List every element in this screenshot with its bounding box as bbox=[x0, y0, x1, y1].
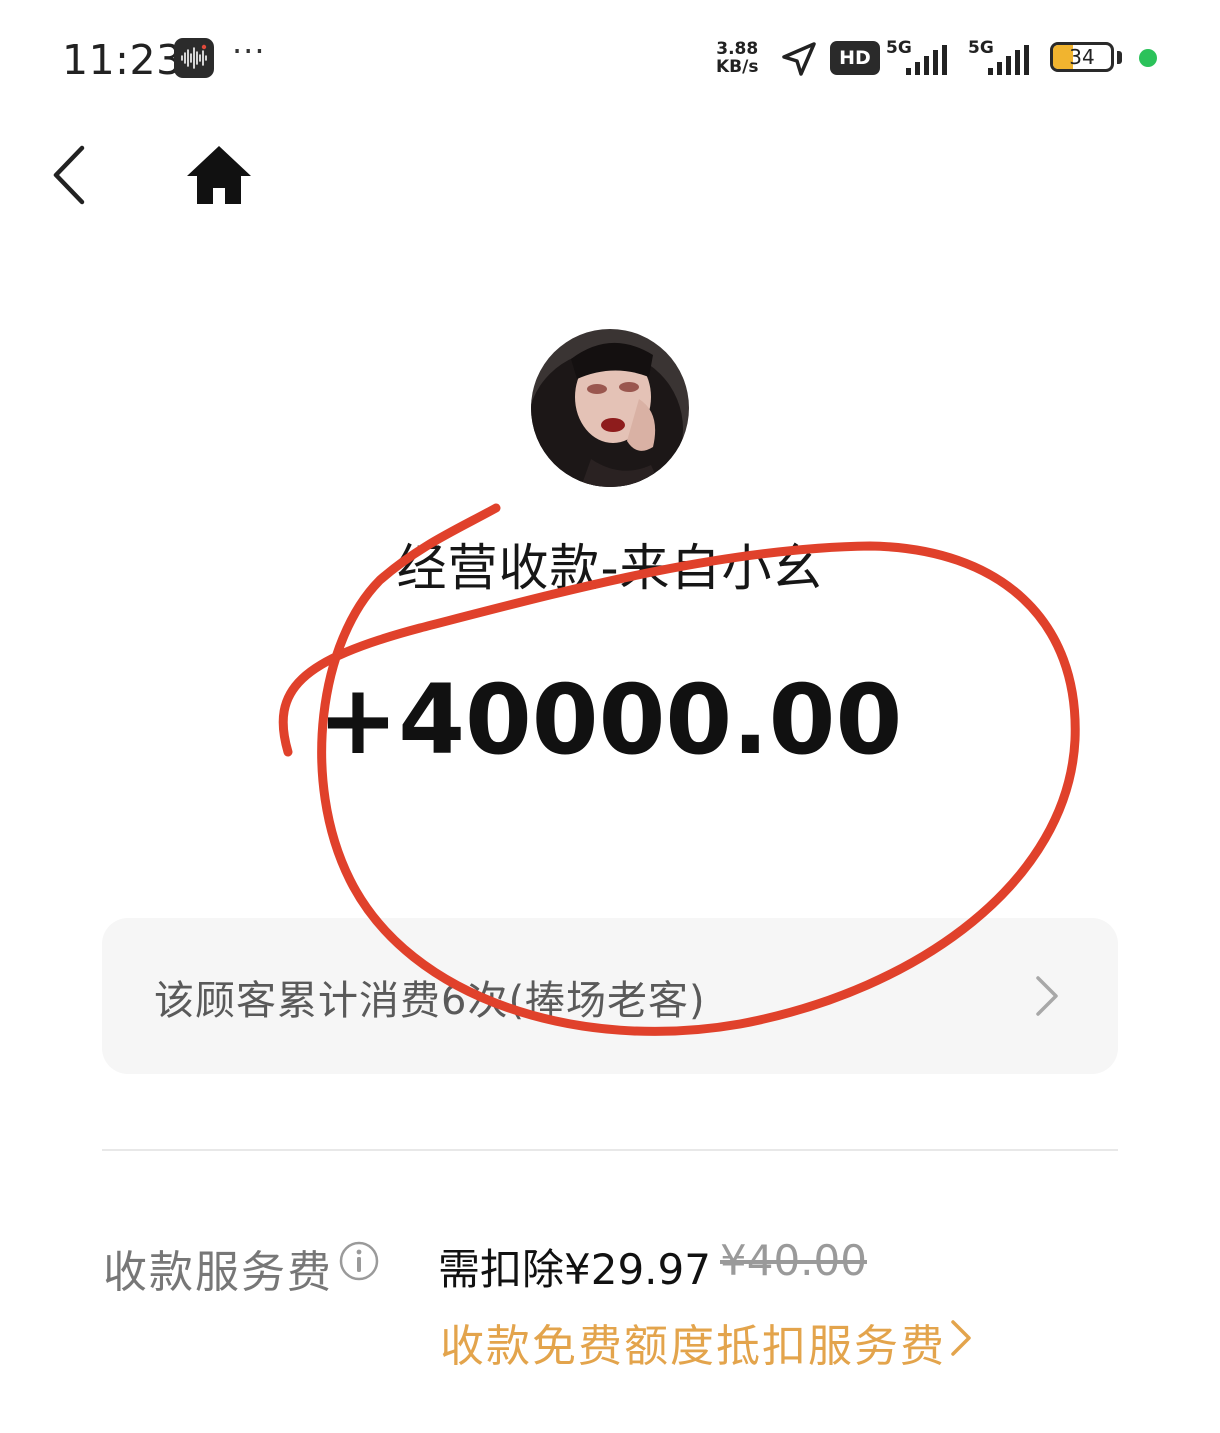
chevron-left-icon bbox=[53, 145, 85, 205]
more-notifications-icon: ··· bbox=[232, 32, 266, 70]
service-fee-value: 需扣除¥29.97 bbox=[438, 1245, 711, 1294]
divider bbox=[102, 1149, 1118, 1151]
location-arrow-icon bbox=[780, 40, 818, 82]
payment-title: 经营收款-来自小幺 bbox=[396, 539, 824, 597]
payment-amount: +40000.00 bbox=[317, 664, 903, 776]
battery-level: 34 bbox=[1069, 45, 1095, 69]
customer-history-text: 该顾客累计消费6次(捧场老客) bbox=[154, 978, 706, 1024]
home-button[interactable] bbox=[185, 144, 253, 206]
network-speed-unit: KB/s bbox=[716, 57, 759, 77]
recorder-app-icon bbox=[174, 38, 214, 78]
hd-voice-badge: HD bbox=[830, 41, 880, 75]
sim2-signal-icon: 5G bbox=[968, 38, 1038, 78]
active-indicator-dot bbox=[1139, 49, 1157, 67]
battery-icon: 34 bbox=[1050, 42, 1114, 72]
sim1-signal-icon: 5G bbox=[886, 38, 956, 78]
battery-tip bbox=[1117, 51, 1122, 64]
service-fee-original: ¥40.00 bbox=[720, 1236, 867, 1285]
network-speed-value: 3.88 bbox=[716, 39, 759, 59]
payer-avatar bbox=[531, 329, 689, 487]
home-icon bbox=[187, 146, 251, 204]
free-quota-link[interactable]: 收款免费额度抵扣服务费 bbox=[440, 1310, 946, 1374]
chevron-right-icon bbox=[1036, 976, 1058, 1016]
info-icon[interactable] bbox=[338, 1240, 380, 1282]
customer-history-card[interactable]: 该顾客累计消费6次(捧场老客) bbox=[102, 918, 1118, 1074]
chevron-right-icon[interactable] bbox=[948, 1318, 974, 1358]
service-fee-label: 收款服务费 bbox=[103, 1247, 333, 1298]
back-button[interactable] bbox=[50, 144, 90, 206]
network-speed: 3.88 KB/s bbox=[716, 40, 758, 76]
status-time: 11:23 bbox=[62, 36, 183, 84]
